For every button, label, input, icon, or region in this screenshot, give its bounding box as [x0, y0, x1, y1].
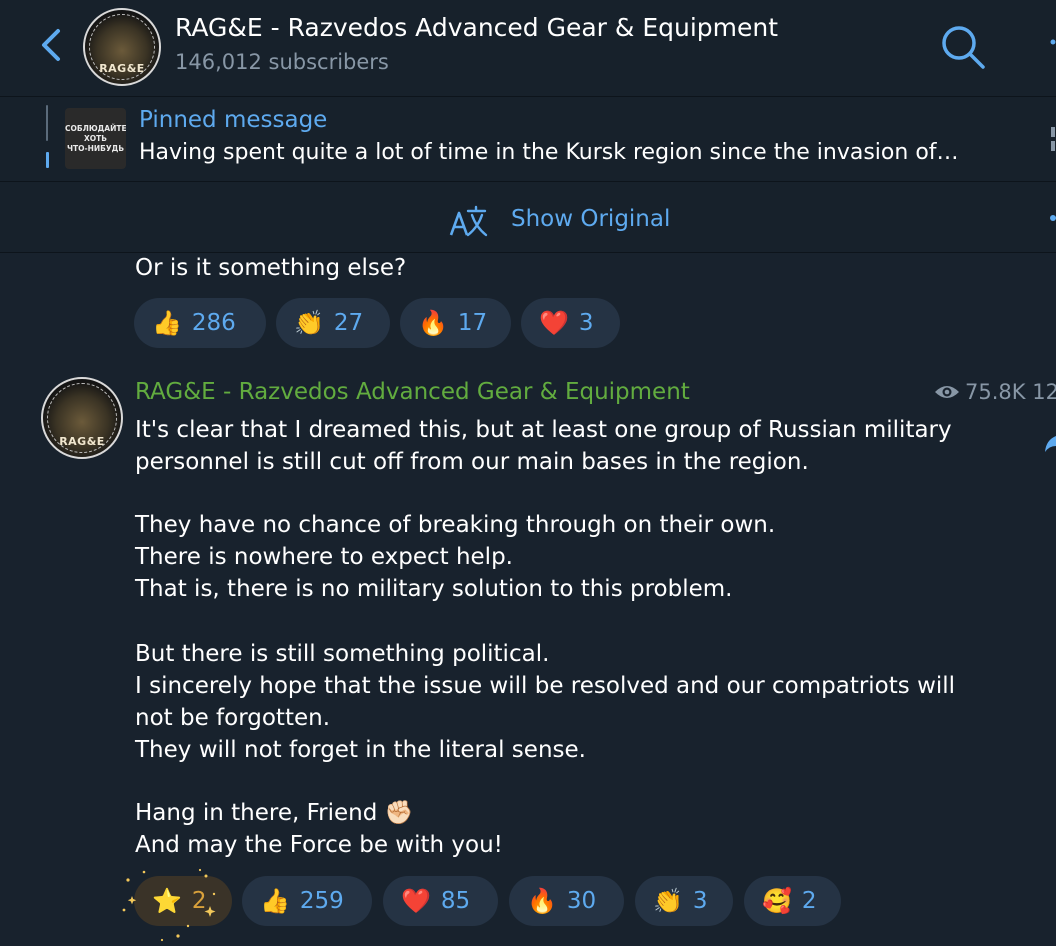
reaction-clap[interactable]: 👏 3 — [635, 876, 733, 926]
chat-header: RAG&E RAG&E - Razvedos Advanced Gear & E… — [0, 0, 1056, 96]
message-author[interactable]: RAG&E - Razvedos Advanced Gear & Equipme… — [135, 379, 690, 405]
message-text-line: not be forgotten. — [135, 705, 331, 731]
reaction-count: 2 — [191, 888, 207, 914]
message-text-line: Or is it something else? — [135, 255, 407, 281]
thumb-text-line: СОБЛЮДАЙТЕ — [65, 124, 126, 133]
side-indicator-dot — [1050, 215, 1056, 221]
reaction-count: 3 — [578, 310, 594, 336]
pinned-label: Pinned message — [139, 107, 328, 133]
reaction-count: 17 — [457, 310, 488, 336]
eye-icon — [935, 386, 959, 398]
message-text-line: There is nowhere to expect help. — [135, 544, 513, 570]
thumbs-up-icon: 👍 — [260, 887, 290, 915]
message-text-line: They will not forget in the literal sens… — [135, 737, 586, 763]
reaction-fire[interactable]: 🔥 30 — [509, 876, 624, 926]
pin-list-icon[interactable] — [1046, 125, 1056, 153]
reaction-count: 259 — [299, 888, 344, 914]
reaction-count: 27 — [333, 310, 364, 336]
view-count: 75.8K 12 — [933, 380, 1056, 404]
heart-icon: ❤️ — [539, 309, 569, 337]
message-text-line: That is, there is no military solution t… — [135, 576, 733, 602]
reaction-heart[interactable]: ❤️ 3 — [521, 298, 620, 348]
reaction-smiling-hearts[interactable]: 🥰 2 — [744, 876, 841, 926]
message-text-line: I sincerely hope that the issue will be … — [135, 673, 956, 699]
message-text-line: Hang in there, Friend ✊🏻 — [135, 800, 414, 826]
channel-avatar[interactable]: RAG&E — [83, 8, 161, 86]
reaction-count: 85 — [440, 888, 471, 914]
share-icon[interactable] — [1044, 432, 1056, 458]
thumbs-up-icon: 👍 — [152, 309, 182, 337]
heart-icon: ❤️ — [401, 887, 431, 915]
search-icon[interactable] — [938, 22, 988, 72]
avatar-logo-text: RAG&E — [59, 434, 105, 448]
author-avatar[interactable]: RAG&E — [41, 377, 123, 459]
message-text-line: They have no chance of breaking through … — [135, 512, 776, 538]
reaction-thumbs-up[interactable]: 👍 259 — [242, 876, 372, 926]
smiling-face-with-hearts-icon: 🥰 — [762, 887, 792, 915]
view-count-text: 75.8K 12 — [965, 380, 1056, 404]
pinned-thumbnail: СОБЛЮДАЙТЕ ХОТЬ ЧТО-НИБУДЬ — [65, 108, 126, 169]
reaction-heart[interactable]: ❤️ 85 — [383, 876, 498, 926]
reaction-fire[interactable]: 🔥 17 — [400, 298, 511, 348]
reaction-clap[interactable]: 👏 27 — [276, 298, 390, 348]
translate-icon[interactable] — [448, 205, 488, 239]
thumb-text-line: ЧТО-НИБУДЬ — [66, 144, 125, 153]
thumb-text-line: ХОТЬ — [84, 134, 107, 143]
reaction-count: 30 — [566, 888, 597, 914]
pinned-preview-text: Having spent quite a lot of time in the … — [139, 140, 959, 165]
reaction-star[interactable]: ⭐ 2 — [134, 876, 232, 926]
reaction-count: 286 — [191, 310, 236, 336]
message-text-line: personnel is still cut off from our main… — [135, 449, 809, 475]
reaction-thumbs-up[interactable]: 👍 286 — [134, 298, 266, 348]
message-text-line: But there is still something political. — [135, 641, 550, 667]
pinned-message-bar[interactable]: СОБЛЮДАЙТЕ ХОТЬ ЧТО-НИБУДЬ Pinned messag… — [0, 97, 1056, 181]
fire-icon: 🔥 — [418, 309, 448, 337]
reaction-count: 2 — [801, 888, 817, 914]
pin-indicator — [46, 105, 48, 141]
more-menu-icon[interactable] — [1048, 38, 1056, 58]
clapping-hands-icon: 👏 — [653, 887, 683, 915]
pin-indicator-active — [46, 152, 49, 168]
reaction-count: 3 — [692, 888, 708, 914]
back-arrow-icon[interactable] — [38, 28, 66, 62]
message-text-line: And may the Force be with you! — [135, 832, 503, 858]
channel-title[interactable]: RAG&E - Razvedos Advanced Gear & Equipme… — [175, 13, 778, 42]
clapping-hands-icon: 👏 — [294, 309, 324, 337]
avatar-logo-text: RAG&E — [99, 62, 145, 76]
show-original-button[interactable]: Show Original — [511, 206, 670, 232]
fire-icon: 🔥 — [527, 887, 557, 915]
message-text-line: It's clear that I dreamed this, but at l… — [135, 417, 952, 443]
star-icon: ⭐ — [152, 887, 182, 915]
subscriber-count: 146,012 subscribers — [175, 50, 389, 74]
